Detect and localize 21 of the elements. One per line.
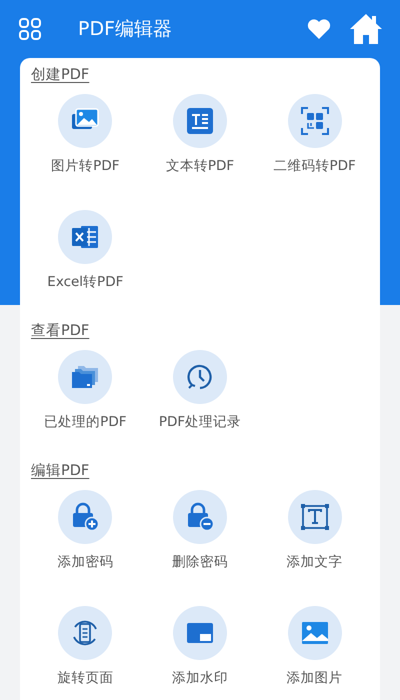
tool-label: 删除密码 <box>172 553 228 572</box>
tool-label: 文本转PDF <box>166 157 234 176</box>
tool-label: 添加水印 <box>172 669 228 688</box>
tool-label: 图片转PDF <box>51 157 120 176</box>
heart-icon <box>306 18 332 40</box>
section-heading: 创建PDF <box>31 66 90 85</box>
qr-code-icon <box>298 105 331 137</box>
text-box-icon <box>298 501 331 533</box>
tool-label: Excel转PDF <box>47 273 124 292</box>
app-title: PDF编辑器 <box>78 16 172 42</box>
section-heading: 编辑PDF <box>31 462 90 481</box>
home-icon[interactable] <box>348 12 384 46</box>
apps-icon[interactable] <box>18 17 42 41</box>
tool-label: 添加文字 <box>286 553 343 572</box>
tool-label: 添加密码 <box>57 553 114 572</box>
tool-label: 添加图片 <box>286 669 343 688</box>
tool-label: 已处理的PDF <box>44 413 126 432</box>
section-heading: 查看PDF <box>31 322 90 341</box>
tool-label: 旋转页面 <box>57 669 114 688</box>
tool-label: PDF处理记录 <box>158 413 242 432</box>
tool-label: 二维码转PDF <box>274 157 356 176</box>
